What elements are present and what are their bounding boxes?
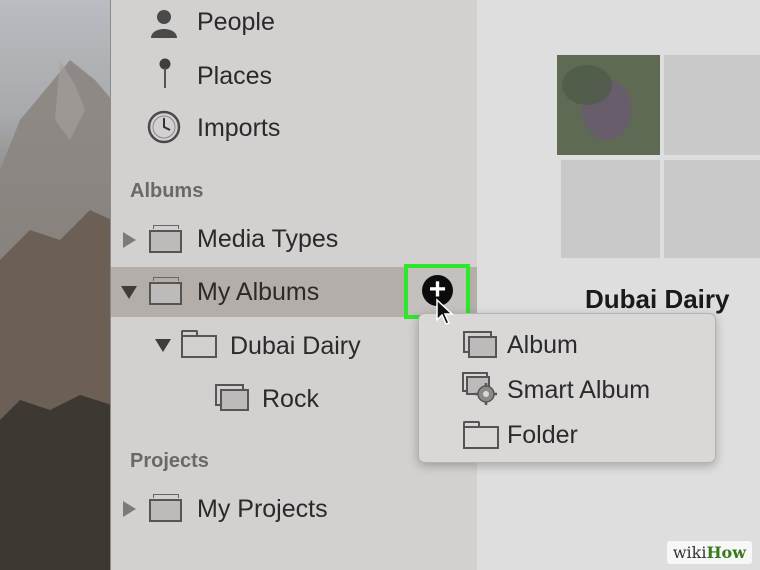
disclosure-right-icon[interactable] — [123, 501, 136, 517]
disclosure-right-icon[interactable] — [123, 232, 136, 248]
sidebar-item-label: People — [197, 8, 275, 36]
album-thumbnail[interactable] — [557, 55, 660, 155]
person-icon — [151, 10, 177, 38]
pin-icon — [159, 58, 171, 88]
sidebar-item-label: My Projects — [197, 495, 328, 523]
menu-item-label: Smart Album — [507, 376, 651, 404]
mouse-cursor-icon — [436, 298, 454, 325]
project-stack-icon — [149, 494, 182, 522]
folder-icon — [181, 330, 217, 358]
sidebar-item-label: Rock — [262, 385, 319, 413]
album-title[interactable]: Dubai Dairy — [585, 284, 730, 315]
menu-item-label: Album — [507, 331, 578, 359]
album-icon — [215, 384, 249, 411]
section-header-projects: Projects — [130, 450, 209, 472]
folder-icon — [463, 421, 499, 449]
album-thumbnail-placeholder — [664, 55, 760, 155]
menu-item-label: Folder — [507, 421, 578, 449]
add-context-menu: Album Smart Album Folder — [418, 313, 716, 463]
desktop-wallpaper — [0, 0, 112, 570]
album-thumbnail-placeholder — [664, 160, 760, 258]
sidebar-item-my-projects[interactable]: My Projects — [111, 484, 477, 534]
clock-icon — [147, 110, 181, 144]
sidebar-item-imports[interactable]: Imports — [111, 104, 477, 154]
album-thumbnail-placeholder — [561, 160, 660, 258]
sidebar-item-label: Places — [197, 62, 273, 90]
menu-item-album[interactable]: Album — [419, 322, 715, 367]
menu-item-folder[interactable]: Folder — [419, 412, 715, 457]
sidebar-item-label: My Albums — [197, 278, 320, 306]
sidebar-item-label: Dubai Dairy — [230, 332, 361, 360]
smart-album-gear-icon — [462, 372, 497, 405]
album-stack-icon — [149, 225, 182, 253]
disclosure-down-icon[interactable] — [155, 339, 171, 352]
sidebar-item-places[interactable]: Places — [111, 52, 477, 102]
disclosure-down-icon[interactable] — [121, 286, 137, 299]
section-header-albums: Albums — [130, 180, 204, 202]
menu-item-smart-album[interactable]: Smart Album — [419, 367, 715, 412]
sidebar-item-label: Imports — [197, 114, 281, 142]
sidebar-item-media-types[interactable]: Media Types — [111, 215, 477, 265]
album-stack-icon — [149, 277, 182, 305]
wikihow-watermark: wikiHow — [666, 541, 752, 564]
album-icon — [463, 331, 497, 358]
sidebar-item-people[interactable]: People — [111, 0, 477, 50]
sidebar-item-label: Media Types — [197, 225, 339, 253]
